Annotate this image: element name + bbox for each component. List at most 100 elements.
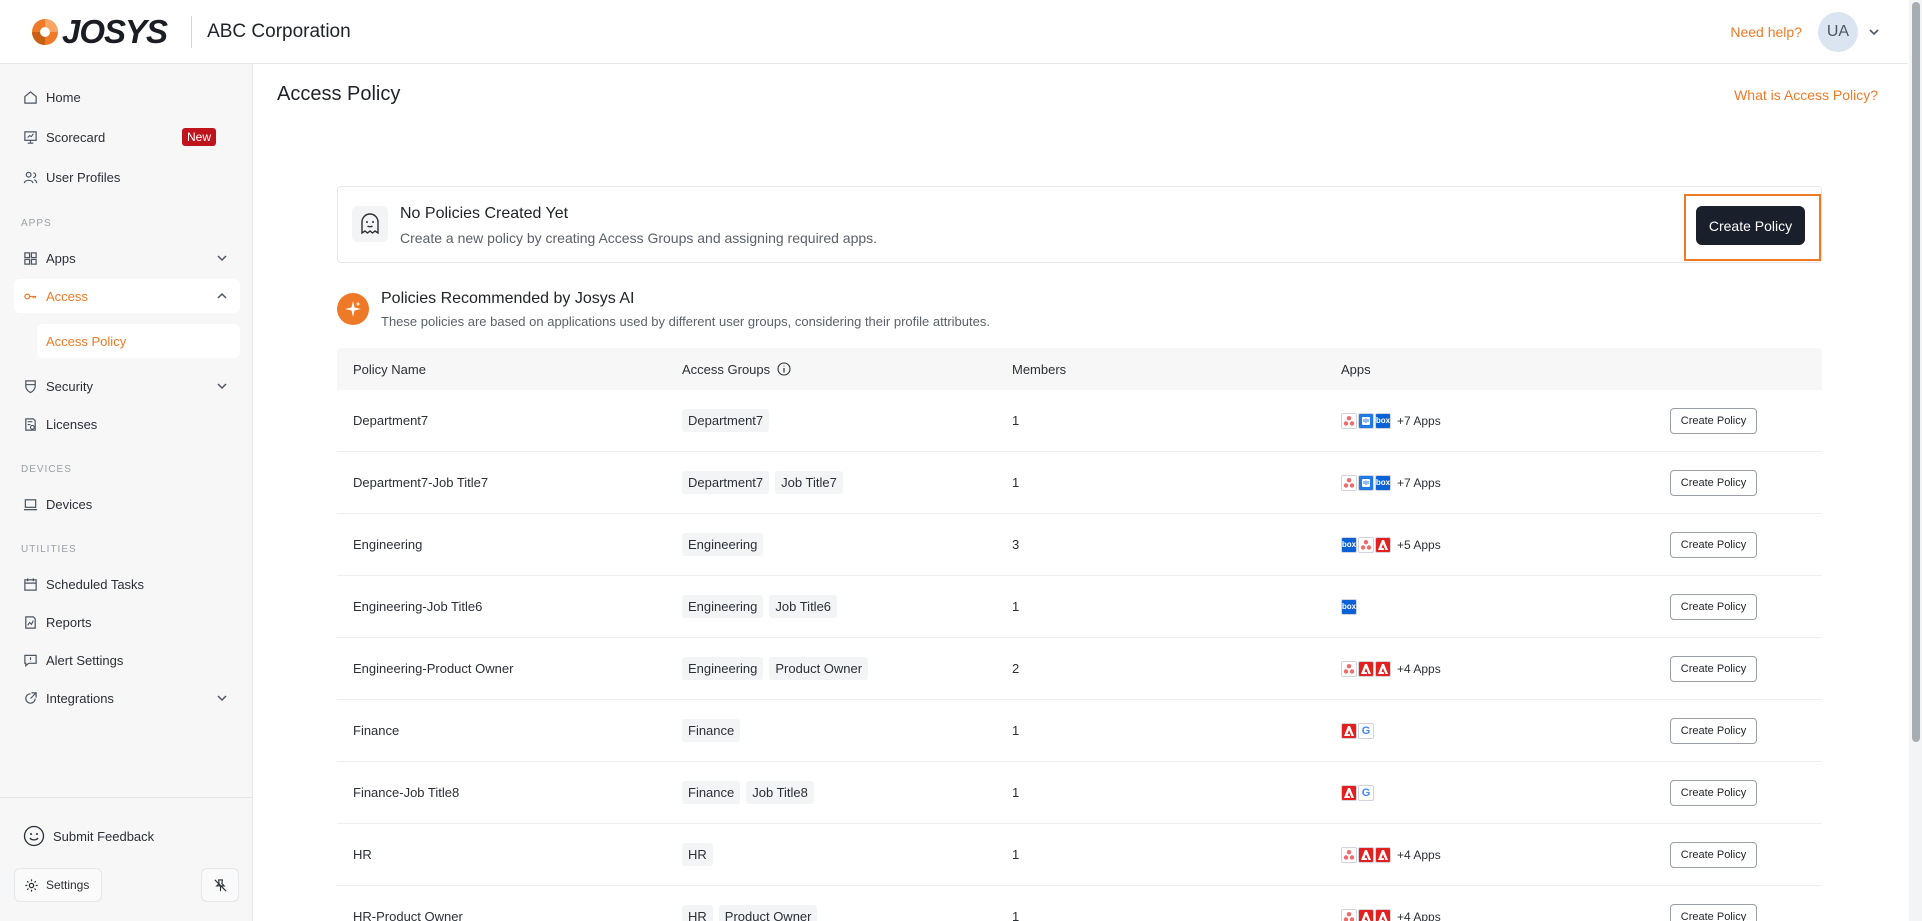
access-group-tag: Department7 [682,471,770,494]
sidebar-item-licenses[interactable]: Licenses [14,407,240,441]
access-group-tag: Product Owner [718,905,818,921]
access-group-tag: Job Title7 [775,471,843,494]
sidebar-item-label: User Profiles [46,169,121,185]
policy-name-cell: Finance [353,723,400,738]
info-icon[interactable] [777,362,791,376]
action-cell: Create Policy [1670,576,1757,637]
license-icon [25,417,36,431]
box-app-icon: box [1341,598,1357,615]
sidebar-item-apps[interactable]: Apps [14,241,240,275]
chevron-down-icon [217,695,227,702]
action-cell: Create Policy [1670,762,1757,823]
google-app-icon: G [1358,784,1374,801]
settings-button[interactable]: Settings [14,868,102,902]
row-create-policy-button[interactable]: Create Policy [1670,593,1757,620]
sidebar-item-label: Alert Settings [46,652,124,668]
more-apps-count[interactable]: +7 Apps [1397,414,1441,428]
laptop-icon [23,498,38,510]
policy-name-cell: Engineering-Job Title6 [353,599,483,614]
users-icon [23,171,38,183]
asana-app-icon [1341,660,1357,677]
sidebar-divider [0,797,252,798]
row-create-policy-button[interactable]: Create Policy [1670,717,1757,744]
more-apps-count[interactable]: +4 Apps [1397,910,1441,921]
adobe-app-icon [1341,722,1357,739]
adobe-app-icon [1375,908,1391,921]
action-cell: Create Policy [1670,824,1757,885]
chevron-down-icon[interactable] [1868,26,1880,38]
members-cell: 1 [1012,413,1020,428]
more-apps-count[interactable]: +4 Apps [1397,662,1441,676]
row-create-policy-button[interactable]: Create Policy [1670,903,1757,921]
more-apps-count[interactable]: +4 Apps [1397,848,1441,862]
sidebar-item-alert-settings[interactable]: Alert Settings [14,643,240,677]
what-is-access-policy-link[interactable]: What is Access Policy? [1734,87,1878,103]
row-create-policy-button[interactable]: Create Policy [1670,779,1757,806]
empty-state-subtitle: Create a new policy by creating Access G… [400,230,878,246]
create-policy-button[interactable]: Create Policy [1696,206,1805,245]
intercom-app-icon [1358,474,1374,491]
more-apps-count[interactable]: +5 Apps [1397,538,1441,552]
adobe-app-icon [1358,846,1374,863]
empty-state-title: No Policies Created Yet [400,205,569,222]
sidebar-item-user-profiles[interactable]: User Profiles [14,160,240,194]
sidebar-item-reports[interactable]: Reports [14,605,240,639]
scrollbar-thumb[interactable] [1912,2,1920,742]
row-create-policy-button[interactable]: Create Policy [1670,841,1757,868]
members-cell: 2 [1012,661,1020,676]
access-groups-cell: Department7 [682,390,775,451]
row-create-policy-button[interactable]: Create Policy [1670,531,1757,558]
sidebar-item-devices[interactable]: Devices [14,487,240,521]
table-body: Department7 Department7 1 box +7 Apps Cre… [337,390,1822,921]
access-groups-cell: Engineering Product Owner [682,638,874,699]
apps-cell: box +7 Apps [1341,390,1441,451]
access-groups-cell: Engineering [682,514,769,575]
message-alert-icon [24,654,37,667]
row-create-policy-button[interactable]: Create Policy [1670,407,1757,434]
sidebar-item-label: Licenses [46,416,98,432]
sidebar-item-home[interactable]: Home [14,80,240,114]
table-header: Policy Name Access Groups Members Apps [337,348,1822,390]
asana-app-icon [1341,474,1357,491]
sidebar-item-access[interactable]: Access [14,279,240,313]
more-apps-count[interactable]: +7 Apps [1397,476,1441,490]
adobe-app-icon [1375,660,1391,677]
row-create-policy-button[interactable]: Create Policy [1670,655,1757,682]
table-row: HR-Product Owner HR Product Owner 1 +4 Ap… [337,886,1822,921]
apps-cell: +4 Apps [1341,638,1441,699]
policy-name-cell: Engineering-Product Owner [353,661,514,676]
sidebar-item-label: Integrations [46,690,114,706]
section-label-utilities: UTILITIES [21,544,77,555]
unpin-sidebar-button[interactable] [201,868,239,902]
apps-cell: +4 Apps [1341,886,1441,921]
intercom-app-icon [1358,412,1374,429]
action-cell: Create Policy [1670,390,1757,451]
user-avatar[interactable]: UA [1818,12,1858,52]
submit-feedback-button[interactable]: Submit Feedback [14,816,240,856]
row-create-policy-button[interactable]: Create Policy [1670,469,1757,496]
adobe-app-icon [1375,846,1391,863]
sidebar-item-label: Scheduled Tasks [46,576,145,592]
header-members: Members [1012,361,1067,377]
access-group-tag: Engineering [682,595,764,618]
page-title: Access Policy [277,83,401,105]
access-group-tag: Finance [682,719,741,742]
sidebar-item-integrations[interactable]: Integrations [14,681,240,715]
sidebar-item-label: Access Policy [46,333,127,349]
sidebar: Home Scorecard New User Profiles APPS Ap… [0,64,253,921]
sidebar-item-label: Devices [46,496,93,512]
sidebar-subitem-access-policy[interactable]: Access Policy [37,324,240,358]
josys-logo[interactable]: JOSYS [30,13,168,51]
pin-off-icon [213,878,227,892]
sidebar-item-scorecard[interactable]: Scorecard New [14,120,240,154]
page-scrollbar[interactable] [1909,0,1922,921]
apps-cell: +4 Apps [1341,824,1441,885]
need-help-link[interactable]: Need help? [1730,24,1802,40]
chevron-down-icon [217,255,227,262]
table-row: Engineering Engineering 3 box +5 Apps Cre… [337,514,1822,576]
policy-name-cell: HR-Product Owner [353,909,463,921]
sidebar-item-security[interactable]: Security [14,369,240,403]
section-label-apps: APPS [21,218,52,229]
sidebar-item-scheduled-tasks[interactable]: Scheduled Tasks [14,567,240,601]
box-app-icon: box [1341,536,1357,553]
